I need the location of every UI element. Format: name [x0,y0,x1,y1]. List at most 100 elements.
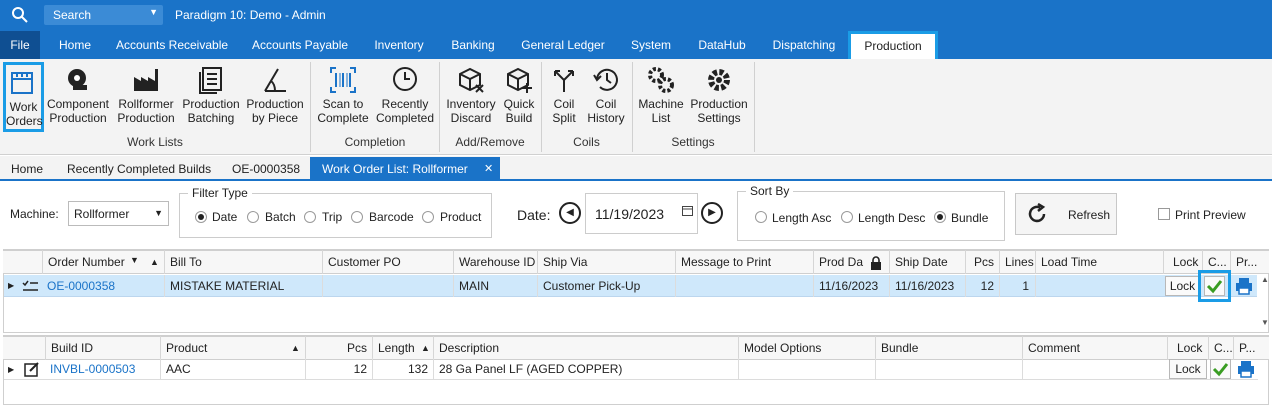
rollformer-production-button[interactable]: Rollformer Production [114,62,178,132]
col-ship-date[interactable]: Ship Date [889,250,965,274]
menu-general-ledger[interactable]: General Ledger [514,31,612,59]
tab-home[interactable]: Home [11,157,43,181]
menu-accounts-receivable[interactable]: Accounts Receivable [110,31,234,59]
machine-list-button[interactable]: Machine List [636,62,686,132]
col-length[interactable]: Length ▲ [372,336,433,360]
scan-to-complete-button[interactable]: Scan to Complete [314,62,372,132]
col-print[interactable]: Pr... [1230,250,1258,274]
machine-select[interactable]: Rollformer ▼ [68,201,169,226]
close-icon[interactable]: ✕ [484,157,493,181]
production-batching-button[interactable]: Production Batching [180,62,242,132]
radio-date[interactable] [195,211,207,223]
menu-inventory[interactable]: Inventory [366,31,432,59]
task-list-icon[interactable] [22,279,38,296]
printer-icon[interactable] [1235,277,1253,298]
bill-to-cell: MISTAKE MATERIAL [164,275,322,297]
menu-datahub[interactable]: DataHub [688,31,756,59]
next-date-button[interactable]: ▶ [701,202,723,224]
box-add-icon [507,67,532,93]
scroll-down-icon[interactable]: ▼ [1261,318,1269,327]
radio-barcode[interactable] [351,211,363,223]
col-prod-date-label: Prod Da [819,255,864,269]
lock-button[interactable]: Lock [1169,359,1207,379]
col-pcs[interactable]: Pcs [965,250,999,274]
lines-cell: 1 [999,275,1035,297]
col-complete[interactable]: C... [1208,336,1233,360]
production-settings-button[interactable]: Production Settings [688,62,750,132]
component-production-button[interactable]: Component Production [46,62,110,132]
coil-split-button[interactable]: Coil Split [546,62,582,132]
scan-to-complete-label-2: Complete [317,111,369,125]
col-pcs[interactable]: Pcs [305,336,372,360]
pcs-cell: 12 [305,358,372,380]
scroll-up-icon[interactable]: ▲ [1261,275,1269,284]
radio-length-asc[interactable] [755,211,767,223]
recently-completed-button[interactable]: Recently Completed [374,62,436,132]
radio-product[interactable] [422,211,434,223]
complete-button[interactable] [1210,359,1231,379]
col-customer-po[interactable]: Customer PO [322,250,453,274]
menu-system[interactable]: System [622,31,680,59]
ribbon-separator [754,62,755,152]
order-number-link[interactable]: OE-0000358 [42,275,164,297]
radio-bundle[interactable] [934,211,946,223]
radio-batch[interactable] [247,211,259,223]
col-ship-via[interactable]: Ship Via [537,250,675,274]
date-input[interactable]: 11/19/2023 [585,193,698,234]
refresh-button[interactable]: Refresh [1015,193,1117,235]
menu-production[interactable]: Production [848,31,938,59]
col-lock[interactable]: Lock [1167,336,1208,360]
col-product[interactable]: Product ▲ [160,336,305,360]
col-prod-date[interactable]: Prod Da [813,250,889,274]
previous-date-button[interactable]: ◀ [559,202,581,224]
radio-length-desc[interactable] [841,211,853,223]
inventory-discard-button[interactable]: Inventory Discard [443,62,499,132]
col-print[interactable]: P... [1233,336,1258,360]
menu-banking[interactable]: Banking [443,31,503,59]
build-id-link[interactable]: INVBL-0000503 [45,358,160,380]
print-preview-checkbox[interactable] [1158,208,1170,220]
calendar-icon[interactable] [682,205,693,219]
printer-icon[interactable] [1237,360,1255,381]
col-description[interactable]: Description [433,336,738,360]
tab-work-order-list[interactable]: Work Order List: Rollformer ✕ [310,157,500,181]
refresh-icon [1026,202,1048,228]
search-icon[interactable] [11,6,29,27]
app-title: Paradigm 10: Demo - Admin [175,8,326,22]
col-comment[interactable]: Comment [1022,336,1167,360]
menu-file[interactable]: File [0,31,40,59]
col-bill-to[interactable]: Bill To [164,250,322,274]
menu-accounts-payable[interactable]: Accounts Payable [244,31,356,59]
col-load-time[interactable]: Load Time [1035,250,1163,274]
quick-build-button[interactable]: Quick Build [500,62,538,132]
edit-icon[interactable] [24,361,40,380]
production-by-piece-button[interactable]: Production by Piece [244,62,306,132]
col-warehouse-id[interactable]: Warehouse ID [453,250,537,274]
complete-button[interactable] [1204,276,1225,296]
radio-trip[interactable] [304,211,316,223]
col-lines[interactable]: Lines [999,250,1035,274]
col-lock[interactable]: Lock [1163,250,1202,274]
filter-icon[interactable]: ▼ [130,250,139,272]
ruler-icon [10,72,33,94]
menu-dispatching[interactable]: Dispatching [764,31,844,59]
menu-home[interactable]: Home [48,31,102,59]
tab-order[interactable]: OE-0000358 [232,157,300,181]
comment-cell [1022,358,1167,380]
col-build-id[interactable]: Build ID [45,336,160,360]
radio-product-label: Product [440,210,482,224]
col-model-options[interactable]: Model Options [738,336,875,360]
inventory-discard-label-1: Inventory [446,97,496,111]
work-orders-button[interactable]: Work Orders [3,62,44,132]
tab-recently-completed-builds[interactable]: Recently Completed Builds [67,157,211,181]
scan-to-complete-label-1: Scan to [322,97,364,111]
coil-history-button[interactable]: Coil History [584,62,628,132]
recently-completed-label-2: Completed [375,111,435,125]
search-input[interactable]: Search ▼ [44,5,163,25]
lock-button[interactable]: Lock [1165,276,1200,296]
col-order-number[interactable]: Order Number ▼ ▲ [42,250,164,274]
col-bundle[interactable]: Bundle [875,336,1022,360]
col-message-to-print[interactable]: Message to Print [675,250,813,274]
chevron-down-icon: ▼ [154,208,163,218]
coil-split-label-2: Split [552,111,576,125]
